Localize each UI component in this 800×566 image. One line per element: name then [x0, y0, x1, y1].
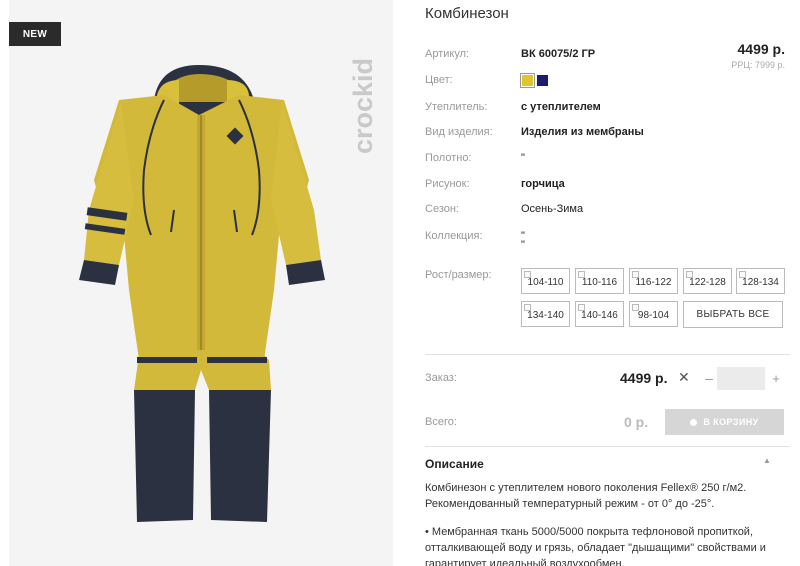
description-line: гарантирует идеальный воздухообмен.: [425, 558, 625, 566]
size-option[interactable]: 128-134: [736, 268, 785, 294]
attr-insulation-value: с утеплителем: [521, 101, 601, 113]
product-title: Комбинезон: [425, 5, 509, 22]
size-option[interactable]: 140-146: [575, 301, 624, 327]
description-title[interactable]: Описание: [425, 457, 484, 471]
attr-pattern-label: Рисунок:: [425, 178, 470, 190]
size-option[interactable]: 116-122: [629, 268, 678, 294]
description-line: Комбинезон с утеплителем нового поколени…: [425, 482, 747, 494]
size-availability-icon: [524, 271, 531, 278]
size-availability-icon: [632, 271, 639, 278]
description-line: Рекомендованный температурный режим - от…: [425, 498, 715, 510]
brand-logo: crockid: [348, 58, 378, 154]
order-price: 4499 р.: [620, 370, 668, 386]
color-swatch-mustard[interactable]: [520, 73, 535, 88]
attr-type-label: Вид изделия:: [425, 126, 493, 138]
size-option-label: 104-110: [527, 276, 564, 288]
attr-article-label: Артикул:: [425, 48, 470, 60]
size-option[interactable]: 122-128: [683, 268, 732, 294]
quantity-minus-button[interactable]: –: [702, 368, 716, 388]
color-swatch-navy[interactable]: [537, 75, 548, 86]
quantity-plus-button[interactable]: +: [769, 368, 783, 388]
size-availability-icon: [578, 271, 585, 278]
size-option-label: 98-104: [637, 309, 670, 321]
add-to-cart-label: В КОРЗИНУ: [703, 417, 759, 427]
add-to-cart-button[interactable]: В КОРЗИНУ: [665, 409, 784, 435]
cart-icon: [690, 418, 698, 426]
size-option-label: 140-146: [581, 309, 618, 321]
size-availability-icon: [686, 271, 693, 278]
divider: [425, 446, 790, 447]
size-availability-icon: [578, 304, 585, 311]
description-line: отталкивающей воду и грязь, обладает "ды…: [425, 542, 766, 554]
size-availability-icon: [632, 304, 639, 311]
new-badge: NEW: [9, 22, 61, 46]
product-photo: [79, 65, 325, 522]
attr-insulation-label: Утеплитель:: [425, 101, 488, 113]
size-availability-icon: [739, 271, 746, 278]
attr-collection-extra-value: ": [521, 239, 525, 251]
brand-logo-text: crockid: [348, 58, 378, 154]
attr-collection-label: Коллекция:: [425, 230, 483, 242]
attr-color-label: Цвет:: [425, 74, 453, 86]
size-option[interactable]: 134-140: [521, 301, 570, 327]
total-label: Всего:: [425, 416, 457, 428]
size-option-label: 128-134: [742, 276, 779, 288]
select-all-sizes-button[interactable]: ВЫБРАТЬ ВСЕ: [683, 301, 783, 328]
attr-type-value: Изделия из мембраны: [521, 126, 644, 138]
attr-pattern-value: горчица: [521, 178, 565, 190]
product-info-panel: Комбинезон 4499 р. РРЦ: 7999 р. Артикул:…: [425, 0, 790, 566]
product-image-panel[interactable]: NEW crockid: [9, 0, 393, 566]
divider: [425, 354, 790, 355]
sizes-label: Рост/размер:: [425, 269, 492, 281]
collapse-caret-icon[interactable]: ▲: [763, 456, 771, 465]
quantity-input[interactable]: [717, 367, 765, 390]
attr-season-value: Осень-Зима: [521, 203, 584, 215]
attr-season-label: Сезон:: [425, 203, 459, 215]
clear-order-icon[interactable]: ✕: [678, 369, 690, 386]
attr-fabric-label: Полотно:: [425, 152, 472, 164]
size-option-label: 134-140: [527, 309, 564, 321]
attr-fabric-value: ": [521, 152, 525, 164]
size-availability-icon: [524, 304, 531, 311]
product-price: 4499 р.: [737, 41, 785, 57]
description-text: Комбинезон с утеплителем нового поколени…: [425, 480, 785, 566]
size-option-label: 116-122: [635, 276, 672, 288]
size-option[interactable]: 110-116: [575, 268, 624, 294]
total-value: 0 р.: [624, 414, 649, 430]
size-option[interactable]: 98-104: [629, 301, 678, 327]
product-rrp: РРЦ: 7999 р.: [731, 60, 785, 70]
description-line: • Мембранная ткань 5000/5000 покрыта теф…: [425, 526, 754, 538]
order-label: Заказ:: [425, 372, 457, 384]
attr-article-value: ВК 60075/2 ГР: [521, 48, 596, 60]
size-option-label: 110-116: [581, 276, 618, 288]
size-option[interactable]: 104-110: [521, 268, 570, 294]
size-option-label: 122-128: [689, 276, 726, 288]
